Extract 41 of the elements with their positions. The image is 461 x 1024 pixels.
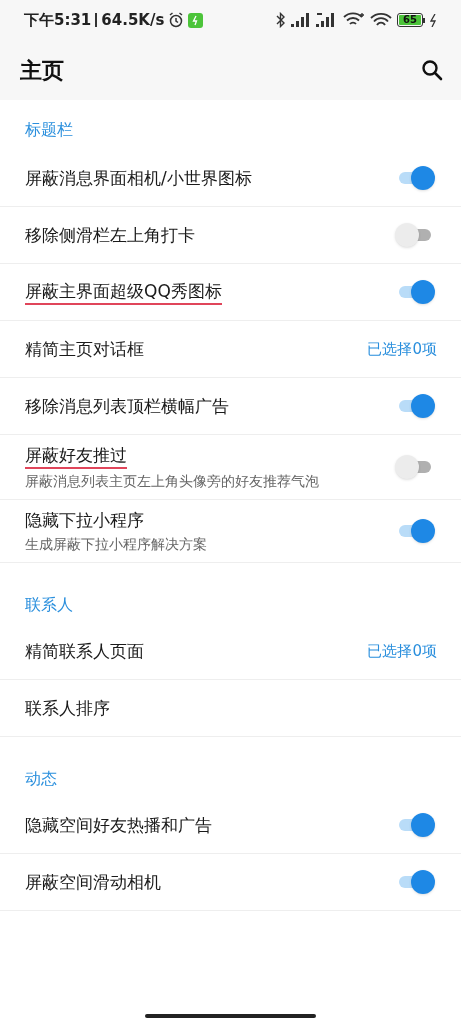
setting-title: 屏蔽主界面超级QQ秀图标 — [25, 279, 222, 305]
setting-title: 隐藏下拉小程序 — [25, 509, 144, 532]
status-time: 下午5:31 — [24, 9, 92, 31]
section-header: 动态 — [25, 768, 57, 790]
setting-title: 屏蔽消息界面相机/小世界图标 — [25, 167, 252, 190]
setting-title: 精简联系人页面 — [25, 640, 144, 663]
setting-row[interactable]: 隐藏下拉小程序 生成屏蔽下拉小程序解决方案 — [0, 500, 461, 563]
setting-title: 联系人排序 — [25, 697, 110, 720]
setting-description: 生成屏蔽下拉小程序解决方案 — [25, 535, 207, 554]
setting-title: 移除消息列表顶栏横幅广告 — [25, 395, 229, 418]
section-header: 联系人 — [25, 594, 73, 616]
search-icon[interactable] — [421, 59, 443, 81]
setting-row[interactable]: 联系人排序 — [0, 680, 461, 737]
bluetooth-icon — [276, 12, 286, 28]
setting-row[interactable]: 精简主页对话框 已选择0项 — [0, 321, 461, 378]
setting-title: 屏蔽空间滑动相机 — [25, 871, 161, 894]
setting-row[interactable]: 屏蔽消息界面相机/小世界图标 — [0, 150, 461, 207]
setting-row[interactable]: 移除侧滑栏左上角打卡 — [0, 207, 461, 264]
page-title: 主页 — [20, 56, 64, 85]
setting-row[interactable]: 屏蔽好友推过 屏蔽消息列表主页左上角头像旁的好友推荐气泡 — [0, 435, 461, 500]
alarm-icon — [168, 12, 185, 28]
setting-title: 精简主页对话框 — [25, 338, 144, 361]
setting-row[interactable]: 隐藏空间好友热播和广告 — [0, 797, 461, 854]
section-header: 标题栏 — [25, 119, 73, 141]
setting-title: 移除侧滑栏左上角打卡 — [25, 224, 195, 247]
setting-title: 隐藏空间好友热播和广告 — [25, 814, 212, 837]
setting-title: 屏蔽好友推过 — [25, 443, 127, 469]
setting-row[interactable]: 精简联系人页面 已选择0项 — [0, 623, 461, 680]
setting-description: 屏蔽消息列表主页左上角头像旁的好友推荐气泡 — [25, 472, 319, 491]
hotspot-icon — [370, 12, 392, 28]
setting-row[interactable]: 移除消息列表顶栏横幅广告 — [0, 378, 461, 435]
charging-icon — [430, 13, 437, 27]
app-notification-icon — [188, 12, 204, 28]
selection-value: 已选择0项 — [367, 640, 437, 662]
signal-icon — [291, 13, 311, 27]
battery-indicator: 65 — [397, 13, 425, 27]
setting-row[interactable]: 屏蔽主界面超级QQ秀图标 — [0, 264, 461, 321]
selection-value: 已选择0项 — [367, 338, 437, 360]
status-divider — [95, 13, 98, 27]
setting-row[interactable]: 屏蔽空间滑动相机 — [0, 854, 461, 911]
network-speed: 64.5K/s — [101, 9, 165, 31]
